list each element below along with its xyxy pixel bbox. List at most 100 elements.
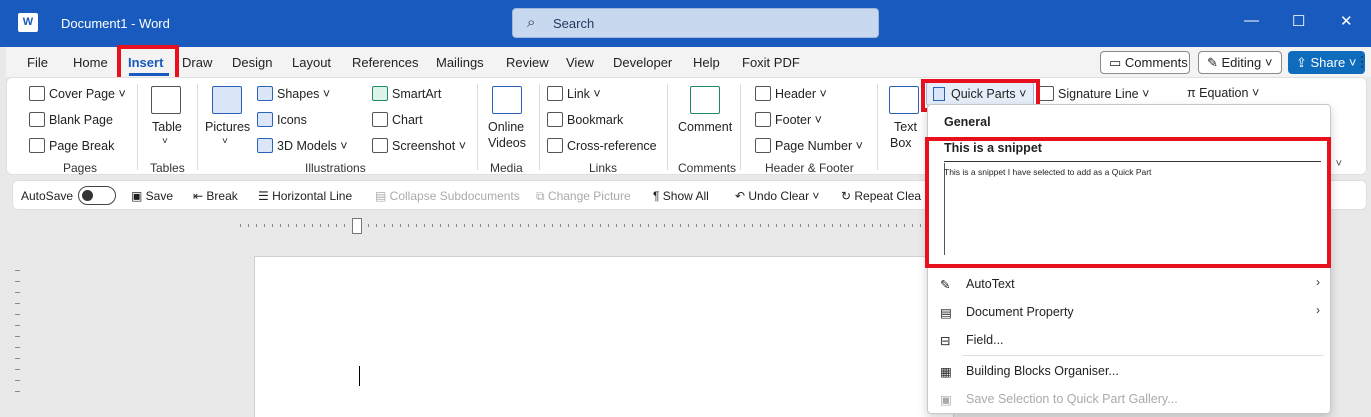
- share-icon: ⇪: [1296, 55, 1311, 70]
- search-box[interactable]: ⌕ Search: [512, 8, 879, 38]
- ruler-tick: [328, 224, 329, 227]
- signature-line-label: Signature Line: [1058, 87, 1139, 101]
- undo-clear-button[interactable]: ↶ Undo Clear ˅: [735, 189, 819, 203]
- header-label: Header: [775, 87, 816, 101]
- cover-page-button[interactable]: Cover Page ˅: [29, 86, 126, 101]
- screenshot-button[interactable]: Screenshot ˅: [372, 138, 466, 153]
- text-box-line1[interactable]: Text: [894, 120, 917, 134]
- document-page[interactable]: [254, 256, 954, 417]
- tab-references[interactable]: References: [352, 55, 418, 70]
- menu-item-document-property[interactable]: Document Property: [966, 305, 1074, 319]
- pictures-button[interactable]: Pictures: [205, 120, 250, 134]
- tab-file[interactable]: File: [27, 55, 48, 70]
- repeat-clear-label: Repeat Clea: [854, 189, 922, 203]
- group-label-comments: Comments: [678, 161, 737, 175]
- group-label-header-footer: Header & Footer: [765, 161, 854, 175]
- header-button[interactable]: Header ˅: [755, 86, 827, 101]
- online-videos-line2[interactable]: Videos: [488, 136, 526, 150]
- ruler-tick: [368, 224, 369, 227]
- cross-reference-label: Cross-reference: [567, 139, 657, 153]
- ruler-tick: [456, 224, 457, 227]
- collapse-ribbon-icon[interactable]: ˅: [1336, 158, 1342, 170]
- tab-view[interactable]: View: [566, 55, 594, 70]
- ruler-tick: [344, 224, 345, 227]
- tab-draw[interactable]: Draw: [182, 55, 212, 70]
- blank-page-button[interactable]: Blank Page: [29, 112, 113, 127]
- chevron-down-icon: ˅: [222, 136, 228, 147]
- cross-reference-button[interactable]: Cross-reference: [547, 138, 657, 153]
- break-icon: ⇤: [193, 189, 207, 203]
- ruler-tick: [376, 224, 377, 227]
- bookmark-button[interactable]: Bookmark: [547, 112, 623, 127]
- maximize-button[interactable]: ☐: [1292, 12, 1305, 30]
- editing-button[interactable]: ✎ Editing ˅: [1198, 51, 1282, 74]
- ruler-tick: [440, 224, 441, 227]
- ruler-tick: [448, 224, 449, 227]
- autosave-toggle[interactable]: [78, 186, 116, 205]
- ruler-tick: [15, 391, 20, 392]
- tab-design[interactable]: Design: [232, 55, 272, 70]
- share-button[interactable]: ⇪ Share ˅: [1288, 51, 1365, 74]
- ruler-tick: [600, 224, 601, 227]
- tab-help[interactable]: Help: [693, 55, 720, 70]
- repeat-clear-button[interactable]: ↻ Repeat Clea: [841, 189, 921, 203]
- menu-item-building-blocks-organiser[interactable]: Building Blocks Organiser...: [966, 364, 1119, 378]
- more-options-icon[interactable]: ⋮: [1355, 53, 1369, 70]
- new-comment-button[interactable]: Comment: [678, 120, 732, 134]
- ruler-tick: [15, 303, 20, 304]
- ruler-tick: [920, 224, 921, 227]
- online-videos-icon: [492, 86, 522, 114]
- ruler-tick: [688, 224, 689, 227]
- change-picture-button[interactable]: ⧉ Change Picture: [536, 189, 631, 204]
- close-button[interactable]: ✕: [1340, 12, 1353, 30]
- ruler-tick: [272, 224, 273, 227]
- chart-button[interactable]: Chart: [372, 112, 423, 127]
- smartart-button[interactable]: SmartArt: [372, 86, 441, 101]
- tab-developer[interactable]: Developer: [613, 55, 672, 70]
- break-button[interactable]: ⇤ Break: [193, 189, 238, 203]
- group-separator: [197, 84, 198, 170]
- group-separator: [877, 84, 878, 170]
- save-icon: ▣: [131, 189, 146, 203]
- link-label: Link: [567, 87, 590, 101]
- horizontal-line-button[interactable]: ☰ Horizontal Line: [258, 189, 352, 203]
- ruler-tick: [15, 347, 20, 348]
- page-break-button[interactable]: Page Break: [29, 138, 114, 153]
- collapse-subdocuments-button[interactable]: ▤ Collapse Subdocuments: [375, 189, 520, 203]
- tab-mailings[interactable]: Mailings: [436, 55, 484, 70]
- menu-item-autotext[interactable]: AutoText: [966, 277, 1015, 291]
- cross-reference-icon: [547, 138, 563, 153]
- ruler-tick: [432, 224, 433, 227]
- page-number-button[interactable]: Page Number ˅: [755, 138, 863, 153]
- equation-button[interactable]: π Equation ˅: [1187, 86, 1259, 100]
- menu-item-field[interactable]: Field...: [966, 333, 1004, 347]
- tab-home[interactable]: Home: [73, 55, 108, 70]
- link-button[interactable]: Link ˅: [547, 86, 601, 101]
- menu-item-save-selection[interactable]: Save Selection to Quick Part Gallery...: [966, 392, 1178, 406]
- ruler-tick: [496, 224, 497, 227]
- signature-line-button[interactable]: Signature Line ˅: [1038, 86, 1149, 101]
- icons-label: Icons: [277, 113, 307, 127]
- page-break-icon: [29, 138, 45, 153]
- ruler-tick: [832, 224, 833, 227]
- tab-layout[interactable]: Layout: [292, 55, 331, 70]
- tab-review[interactable]: Review: [506, 55, 549, 70]
- shapes-button[interactable]: Shapes ˅: [257, 86, 330, 101]
- 3d-models-button[interactable]: 3D Models ˅: [257, 138, 348, 153]
- equation-label: Equation: [1199, 86, 1249, 100]
- cover-page-label: Cover Page: [49, 87, 116, 101]
- tab-foxit-pdf[interactable]: Foxit PDF: [742, 55, 800, 70]
- show-all-button[interactable]: ¶ Show All: [653, 189, 709, 203]
- indent-marker-icon[interactable]: [352, 218, 362, 234]
- ruler-tick: [632, 224, 633, 227]
- ruler-tick: [480, 224, 481, 227]
- icons-button[interactable]: Icons: [257, 112, 307, 127]
- ruler-tick: [728, 224, 729, 227]
- save-button[interactable]: ▣ Save: [131, 189, 173, 203]
- table-button[interactable]: Table: [152, 120, 182, 134]
- comments-button[interactable]: ▭ Comments: [1100, 51, 1190, 74]
- minimize-button[interactable]: —: [1244, 12, 1259, 29]
- online-videos-line1[interactable]: Online: [488, 120, 524, 134]
- footer-button[interactable]: Footer ˅: [755, 112, 822, 127]
- text-box-line2[interactable]: Box: [890, 136, 912, 150]
